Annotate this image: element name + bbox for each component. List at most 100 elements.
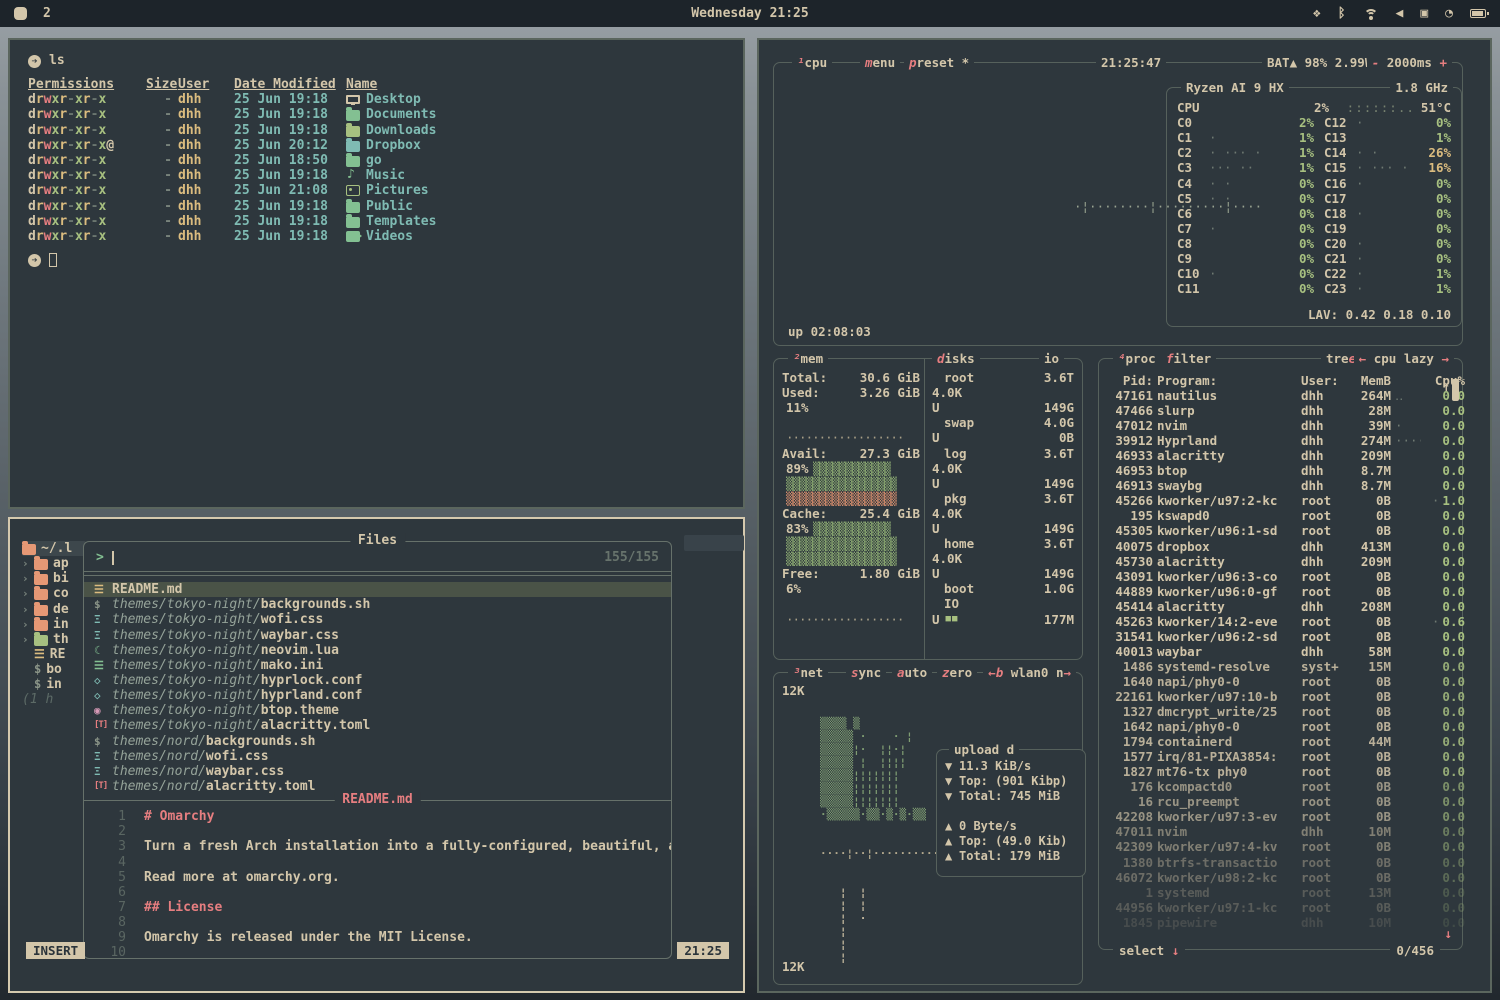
preview-line: 7 ## License [84, 900, 671, 915]
picker-item[interactable]: Ξ themes/nord/ waybar.css [84, 764, 671, 779]
process-row[interactable]: 176 kcompactd0 root 0B 0.0 [1099, 779, 1462, 794]
process-row[interactable]: 39912 Hyprland dhh 274M ···· 0.0 [1099, 433, 1462, 448]
process-row[interactable]: 43091 kworker/u96:3-co root 0B 0.0 [1099, 569, 1462, 584]
menu-button[interactable]: menu [860, 55, 900, 70]
process-row[interactable]: 47012 nvim dhh 39M · 0.0 [1099, 418, 1462, 433]
filter-button[interactable]: filter [1161, 351, 1216, 366]
picker-item[interactable]: Ξ themes/nord/ wofi.css [84, 749, 671, 764]
scroll-down-icon[interactable]: ↓ [1444, 926, 1452, 941]
process-row[interactable]: 16 rcu_preempt root 0B 0.0 [1099, 794, 1462, 809]
picker-item[interactable]: [T] themes/tokyo-night/ alacritty.toml [84, 718, 671, 733]
file-name: Downloads [346, 123, 743, 138]
process-row[interactable]: 47011 nvim dhh 10M 0.0 [1099, 824, 1462, 839]
process-row[interactable]: 45263 kworker/14:2-eve root 0B ·0.6 [1099, 614, 1462, 629]
select-hint[interactable]: select ↓ [1113, 943, 1185, 958]
picker-item[interactable]: ☰ README.md [84, 582, 671, 597]
tab-mem[interactable]: ²mem [788, 351, 828, 366]
tab-disks[interactable]: disks [932, 351, 980, 366]
process-header[interactable]: Pid: Program: User: MemB Cpu% [1099, 373, 1462, 388]
interface-switcher[interactable]: ←b wlan0 n→ [983, 665, 1076, 680]
process-row[interactable]: 1486 systemd-resolve syst+ 15M 0.0 [1099, 659, 1462, 674]
process-row[interactable]: 46913 swaybg dhh 8.7M 0.0 [1099, 478, 1462, 493]
process-row[interactable]: 44889 kworker/u96:0-gf root 0B 0.0 [1099, 584, 1462, 599]
picker-item[interactable]: $ themes/nord/ backgrounds.sh [84, 734, 671, 749]
process-row[interactable]: 1577 irq/81-PIXA3854: root 0B 0.0 [1099, 749, 1462, 764]
zero-toggle[interactable]: zero [937, 665, 977, 680]
picker-item[interactable]: ☰ themes/tokyo-night/ mako.ini [84, 658, 671, 673]
file-type-icon: Ξ [94, 628, 112, 643]
process-row[interactable]: 1640 napi/phy0-0 root 0B 0.0 [1099, 674, 1462, 689]
process-row[interactable]: 42208 kworker/u97:3-ev root 0B 0.0 [1099, 809, 1462, 824]
sidebar-file[interactable]: $ in [22, 677, 86, 692]
update-interval[interactable]: - 2000ms + [1367, 55, 1452, 70]
battery-icon[interactable] [1470, 9, 1486, 18]
process-row[interactable]: 22161 kworker/u97:10-b root 0B 0.0 [1099, 689, 1462, 704]
process-row[interactable]: 45730 alacritty dhh 209M 0.0 [1099, 554, 1462, 569]
process-row[interactable]: 45266 kworker/u97:2-kc root 0B ·1.0 [1099, 493, 1462, 508]
file-icon [346, 185, 360, 196]
wifi-icon[interactable] [1363, 8, 1379, 20]
sidebar-folder[interactable]: › ap [22, 556, 86, 571]
process-row[interactable]: 46953 btop dhh 8.7M 0.0 [1099, 463, 1462, 478]
file-name: go [346, 153, 743, 168]
process-row[interactable]: 45414 alacritty dhh 208M 0.0 [1099, 599, 1462, 614]
sidebar-folder[interactable]: › in [22, 617, 86, 632]
process-row[interactable]: 31541 kworker/u96:2-sd root 0B 0.0 [1099, 629, 1462, 644]
terminal-cursor[interactable] [49, 253, 57, 267]
tab-proc[interactable]: ⁴proc [1113, 351, 1161, 366]
process-row[interactable]: 1642 napi/phy0-0 root 0B 0.0 [1099, 719, 1462, 734]
process-row[interactable]: 195 kswapd0 root 0B 0.0 [1099, 508, 1462, 523]
editor-tab[interactable] [684, 535, 744, 551]
process-row[interactable]: 44956 kworker/u97:1-kc root 0B 0.0 [1099, 900, 1462, 915]
sidebar-folder[interactable]: › de [22, 602, 86, 617]
io-toggle[interactable]: io [1039, 351, 1064, 366]
disk-row: U ■■ 177M [932, 612, 1074, 627]
picker-item[interactable]: ◉ themes/tokyo-night/ btop.theme [84, 703, 671, 718]
process-row[interactable]: 1845 pipewire dhh 10M 0.0 [1099, 915, 1462, 930]
picker-item[interactable]: $ themes/tokyo-night/ backgrounds.sh [84, 597, 671, 612]
process-row[interactable]: 1327 dmcrypt_write/25 root 0B 0.0 [1099, 704, 1462, 719]
process-row[interactable]: 47466 slurp dhh 28M 0.0 [1099, 403, 1462, 418]
terminal-window[interactable]: ➔ ls Permissions Size User Date Modified… [8, 38, 745, 509]
picker-item[interactable]: ◇ themes/tokyo-night/ hyprland.conf [84, 688, 671, 703]
sort-switcher[interactable]: ← cpu lazy → [1354, 351, 1454, 366]
process-row[interactable]: 1794 containerd root 44M 0.0 [1099, 734, 1462, 749]
scrollbar-thumb[interactable] [1452, 379, 1459, 401]
process-row[interactable]: 42309 kworker/u97:4-kv root 0B 0.0 [1099, 839, 1462, 854]
sidebar-file[interactable]: ☰ RE [22, 647, 86, 662]
preset-button[interactable]: preset * [904, 55, 974, 70]
sidebar-folder[interactable]: › th [22, 632, 86, 647]
sidebar-folder[interactable]: › co [22, 586, 86, 601]
neovim-window[interactable]: ~/.l › ap › bi › co [8, 517, 745, 993]
chip-icon[interactable]: ▣ [1420, 6, 1428, 21]
gauge-icon[interactable]: ◔ [1445, 6, 1453, 21]
picker-item[interactable]: Ξ themes/tokyo-night/ waybar.css [84, 628, 671, 643]
dropbox-icon[interactable]: ❖ [1313, 6, 1321, 21]
process-row[interactable]: 45305 kworker/u96:1-sd root 0B 0.0 [1099, 523, 1462, 538]
volume-icon[interactable]: ◀ [1396, 6, 1404, 21]
picker-item[interactable]: ☾ themes/tokyo-night/ neovim.lua [84, 643, 671, 658]
preview-line: 1 # Omarchy [84, 809, 671, 824]
sort-direction-icon[interactable]: ↑ [1442, 379, 1450, 394]
tab-net[interactable]: ³net [788, 665, 828, 680]
auto-toggle[interactable]: auto [892, 665, 932, 680]
process-row[interactable]: 1380 btrfs-transactio root 0B 0.0 [1099, 855, 1462, 870]
process-row[interactable]: 1827 mt76-tx phy0 root 0B 0.0 [1099, 764, 1462, 779]
tab-cpu[interactable]: ¹cpu [792, 55, 832, 70]
file-picker-panel[interactable]: Files > 155/155 ☰ README.md $ themes/tok… [83, 541, 672, 959]
bluetooth-icon[interactable]: ᛒ [1338, 6, 1346, 21]
disk-row: log 3.6T [932, 445, 1074, 460]
process-row[interactable]: 47161 nautilus dhh 264M ‥ 0.0 [1099, 388, 1462, 403]
process-row[interactable]: 40013 waybar dhh 58M 0.0 [1099, 644, 1462, 659]
process-row[interactable]: 46072 kworker/u98:2-kc root 0B 0.0 [1099, 870, 1462, 885]
sync-toggle[interactable]: sync [846, 665, 886, 680]
picker-item[interactable]: ◇ themes/tokyo-night/ hyprlock.conf [84, 673, 671, 688]
sidebar-root[interactable]: ~/.l [22, 541, 86, 556]
process-row[interactable]: 40075 dropbox dhh 413M 0.0 [1099, 539, 1462, 554]
btop-window[interactable]: ¹cpu menu preset * 21:25:47 BAT▲ 98% 2.9… [757, 38, 1492, 993]
process-row[interactable]: 1 systemd root 13M 0.0 [1099, 885, 1462, 900]
process-row[interactable]: 46933 alacritty dhh 209M 0.0 [1099, 448, 1462, 463]
picker-item[interactable]: Ξ themes/tokyo-night/ wofi.css [84, 612, 671, 627]
sidebar-file[interactable]: $ bo [22, 662, 86, 677]
sidebar-folder[interactable]: › bi [22, 571, 86, 586]
